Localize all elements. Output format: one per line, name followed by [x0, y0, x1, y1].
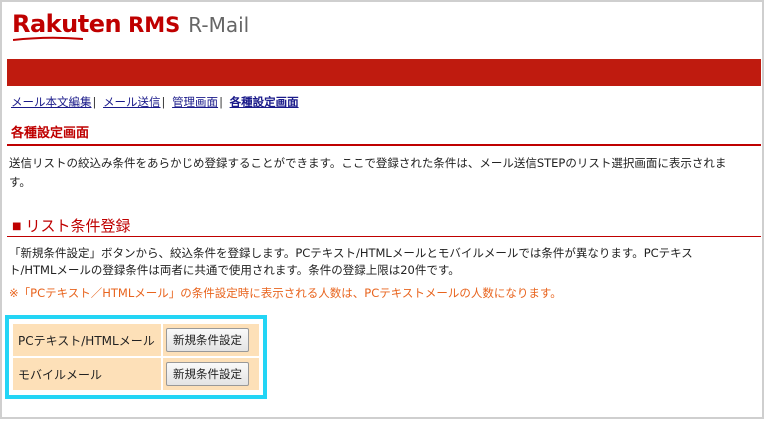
nav-mail-body-edit[interactable]: メール本文編集 [11, 95, 92, 109]
nav-settings-current[interactable]: 各種設定画面 [230, 95, 299, 109]
logo-brand: Rakuten [12, 10, 122, 38]
section-body: 「新規条件設定」ボタンから、絞込条件を登録します。PCテキスト/HTMLメールと… [9, 246, 693, 277]
logo-product: R-Mail [188, 13, 250, 37]
section-marker-icon: ■ [12, 221, 22, 232]
nav-management[interactable]: 管理画面 [172, 95, 218, 109]
page-description: 送信リストの絞込み条件をあらかじめ登録することができます。ここで登録された条件は… [9, 156, 727, 189]
logo-rms: RMS [128, 13, 181, 37]
header-bar [7, 59, 761, 86]
section-title: ■ リスト条件登録 [12, 215, 130, 236]
app-frame: Rakuten RMS R-Mail メール本文編集| メール送信| 管理画面|… [0, 0, 764, 419]
breadcrumb-nav: メール本文編集| メール送信| 管理画面| 各種設定画面 [11, 94, 299, 110]
nav-separator: | [219, 95, 223, 109]
nav-mail-send[interactable]: メール送信 [103, 95, 161, 109]
section-divider [7, 236, 761, 237]
nav-separator: | [92, 95, 97, 109]
highlight-box [5, 315, 267, 399]
section-title-text: リスト条件登録 [25, 217, 131, 235]
nav-separator: | [161, 95, 166, 109]
logo-swoosh-icon [13, 36, 83, 41]
page-title: 各種設定画面 [11, 126, 90, 141]
section-note: ※「PCテキスト／HTMLメール」の条件設定時に表示される人数は、PCテキストメ… [9, 286, 562, 300]
title-divider [7, 144, 761, 146]
